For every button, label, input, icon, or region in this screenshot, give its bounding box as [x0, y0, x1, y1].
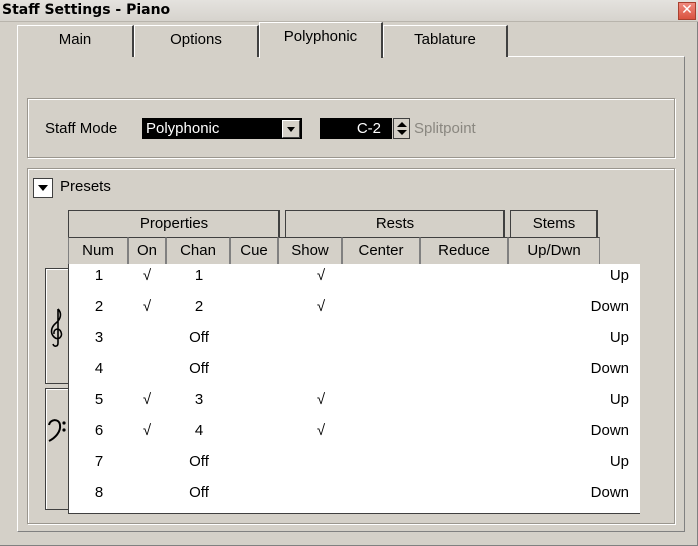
group-header-properties: Properties	[68, 210, 280, 238]
col-header-show[interactable]: Show	[278, 237, 342, 265]
col-header-updwn[interactable]: Up/Dwn	[508, 237, 600, 265]
cell-chan: 1	[194, 267, 204, 284]
cell-num: 5	[94, 391, 104, 408]
cell-chan: 4	[194, 422, 204, 439]
tab-tablature[interactable]: Tablature	[383, 25, 508, 57]
table-row[interactable]: 7 Off Up	[69, 450, 641, 481]
cell-chan: Off	[189, 360, 209, 377]
cell-show: √	[316, 422, 326, 439]
col-header-chan[interactable]: Chan	[166, 237, 230, 265]
col-header-center[interactable]: Center	[342, 237, 420, 265]
table-row[interactable]: 5 √ 3 √ Up	[69, 388, 641, 419]
tab-polyphonic[interactable]: Polyphonic	[259, 22, 383, 58]
cell-chan: Off	[189, 453, 209, 470]
col-header-num[interactable]: Num	[68, 237, 128, 265]
splitpoint-field[interactable]: C-2	[320, 118, 392, 139]
cell-num: 4	[94, 360, 104, 377]
table-row[interactable]: 1 √ 1 √ Up	[69, 264, 641, 295]
cell-stem: Up	[609, 453, 629, 470]
cell-on: √	[142, 391, 152, 408]
cell-chan: 2	[194, 298, 204, 315]
cell-on: √	[142, 267, 152, 284]
cell-on: √	[142, 298, 152, 315]
cell-num: 3	[94, 329, 104, 346]
cell-chan: 3	[194, 391, 204, 408]
voices-table: 1 √ 1 √ Up 2 √ 2 √ Down 3 Off Up 4 Off D…	[68, 264, 640, 514]
column-headers: Num On Chan Cue Show Center Reduce Up/Dw…	[68, 237, 640, 265]
cell-stem: Down	[590, 422, 629, 439]
cell-num: 6	[94, 422, 104, 439]
cell-stem: Up	[609, 391, 629, 408]
col-header-on[interactable]: On	[128, 237, 166, 265]
treble-clef-icon	[50, 308, 63, 347]
cell-show: √	[316, 298, 326, 315]
cell-stem: Up	[609, 329, 629, 346]
treble-staff	[45, 268, 68, 384]
group-header-rests: Rests	[285, 210, 505, 238]
splitpoint-spinner[interactable]	[393, 118, 410, 139]
cell-stem: Down	[590, 298, 629, 315]
tab-main[interactable]: Main	[17, 25, 134, 57]
title-bar: Staff Settings - Piano ✕	[0, 0, 698, 22]
cell-show: √	[316, 267, 326, 284]
splitpoint-value: C-2	[356, 120, 381, 137]
spin-up-icon[interactable]	[397, 122, 407, 127]
tab-strip: Main Options Polyphonic Tablature	[17, 22, 537, 58]
tab-options[interactable]: Options	[134, 25, 259, 57]
table-row[interactable]: 4 Off Down	[69, 357, 641, 388]
window-title: Staff Settings - Piano	[2, 2, 171, 18]
cell-stem: Down	[590, 360, 629, 377]
table-row[interactable]: 2 √ 2 √ Down	[69, 295, 641, 326]
presets-toggle-button[interactable]	[33, 178, 53, 198]
bass-staff	[45, 388, 68, 510]
col-header-reduce[interactable]: Reduce	[420, 237, 508, 265]
close-button[interactable]: ✕	[678, 2, 696, 20]
bass-clef-icon	[48, 419, 66, 442]
cell-chan: Off	[189, 484, 209, 501]
spin-down-icon[interactable]	[397, 130, 407, 135]
staff-mode-select[interactable]: Polyphonic	[142, 118, 302, 139]
presets-label: Presets	[60, 178, 111, 195]
cell-on: √	[142, 422, 152, 439]
cell-num: 1	[94, 267, 104, 284]
staff-settings-dialog: Staff Settings - Piano ✕ Main Options Po…	[0, 0, 698, 546]
cell-num: 7	[94, 453, 104, 470]
group-header-stems: Stems	[510, 210, 598, 238]
cell-num: 8	[94, 484, 104, 501]
col-header-cue[interactable]: Cue	[230, 237, 278, 265]
cell-num: 2	[94, 298, 104, 315]
table-row[interactable]: 8 Off Down	[69, 481, 641, 512]
cell-stem: Up	[609, 267, 629, 284]
staff-mode-label: Staff Mode	[45, 120, 118, 137]
cell-stem: Down	[590, 484, 629, 501]
table-row[interactable]: 6 √ 4 √ Down	[69, 419, 641, 450]
table-row[interactable]: 3 Off Up	[69, 326, 641, 357]
staff-mode-value: Polyphonic	[146, 120, 220, 137]
cell-show: √	[316, 391, 326, 408]
chevron-down-icon[interactable]	[282, 120, 300, 138]
cell-chan: Off	[189, 329, 209, 346]
splitpoint-label: Splitpoint	[414, 120, 476, 137]
